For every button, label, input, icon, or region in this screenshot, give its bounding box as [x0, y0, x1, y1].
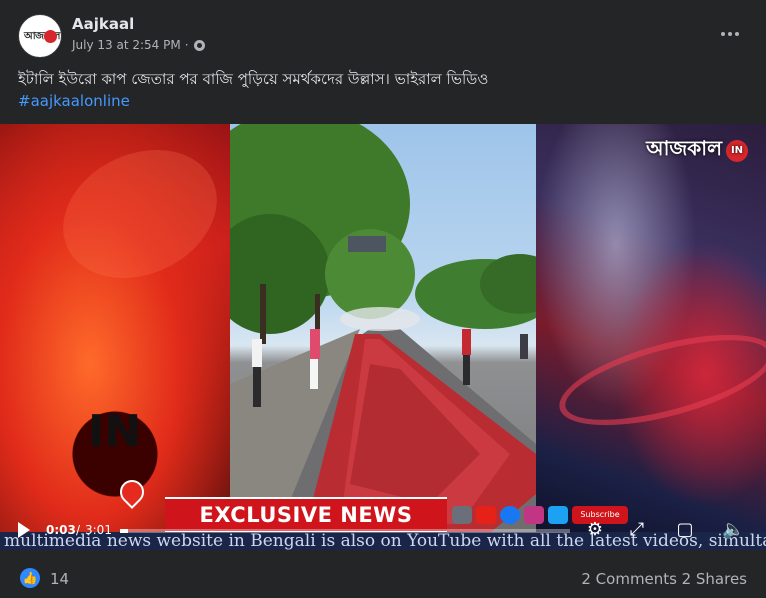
dot-icon	[735, 32, 739, 36]
reactions-bar: 👍 14 2 Comments 2 Shares	[0, 550, 766, 598]
picture-in-picture-icon[interactable]: ▢	[674, 519, 696, 541]
blur-streak	[42, 125, 238, 303]
current-time: 0:03	[46, 523, 76, 537]
settings-gear-icon[interactable]: ⚙	[584, 519, 606, 541]
video-player[interactable]: IN আজকাল IN EXCLUSIVE NEWS Subscribe mul…	[0, 124, 766, 550]
post-meta: July 13 at 2:54 PM ·	[72, 38, 205, 52]
comments-count-link[interactable]: 2 Comments	[581, 570, 677, 588]
channel-logo-badge: IN	[726, 139, 748, 162]
street-scene	[230, 124, 536, 550]
like-reaction-icon[interactable]: 👍	[20, 568, 40, 588]
shares-count-link[interactable]: 2 Shares	[682, 570, 747, 588]
avatar-logo-dot	[44, 30, 57, 43]
meta-separator: ·	[184, 38, 189, 52]
video-left-blur-panel: IN	[0, 124, 238, 550]
more-options-button[interactable]	[716, 20, 744, 48]
channel-watermark: আজকাল IN	[646, 134, 748, 167]
channel-logo-text: আজকাল	[646, 136, 722, 160]
left-panel-logo-text: IN	[88, 406, 142, 457]
post-text: ইটালি ইউরো কাপ জেতার পর বাজি পুড়িয়ে সম…	[18, 68, 748, 112]
light-swirl	[550, 316, 766, 444]
like-count[interactable]: 14	[50, 570, 69, 588]
dot-icon	[728, 32, 732, 36]
volume-muted-icon[interactable]: 🔈	[722, 519, 744, 541]
author-name[interactable]: Aajkaal	[72, 15, 134, 33]
post-timestamp[interactable]: July 13 at 2:54 PM	[72, 38, 181, 52]
video-controls: 0:03 / 3:01 ⚙ ⤢ ▢ 🔈	[0, 516, 766, 546]
post-header: আজকাল Aajkaal July 13 at 2:54 PM ·	[0, 0, 766, 62]
time-separator: /	[76, 523, 81, 537]
video-progress-bar[interactable]	[120, 529, 570, 533]
hashtag-link[interactable]: #aajkaalonline	[18, 90, 748, 112]
post-caption: ইটালি ইউরো কাপ জেতার পর বাজি পুড়িয়ে সম…	[18, 70, 489, 88]
page-avatar[interactable]: আজকাল	[18, 14, 62, 58]
play-icon[interactable]	[18, 522, 30, 538]
video-progress-fill	[120, 529, 128, 533]
fullscreen-expand-icon[interactable]: ⤢	[626, 519, 648, 541]
video-right-blur-panel: আজকাল IN	[536, 124, 766, 550]
total-time: 3:01	[85, 523, 112, 537]
dot-icon	[721, 32, 725, 36]
video-main-frame	[230, 124, 536, 550]
globe-icon	[193, 39, 205, 51]
